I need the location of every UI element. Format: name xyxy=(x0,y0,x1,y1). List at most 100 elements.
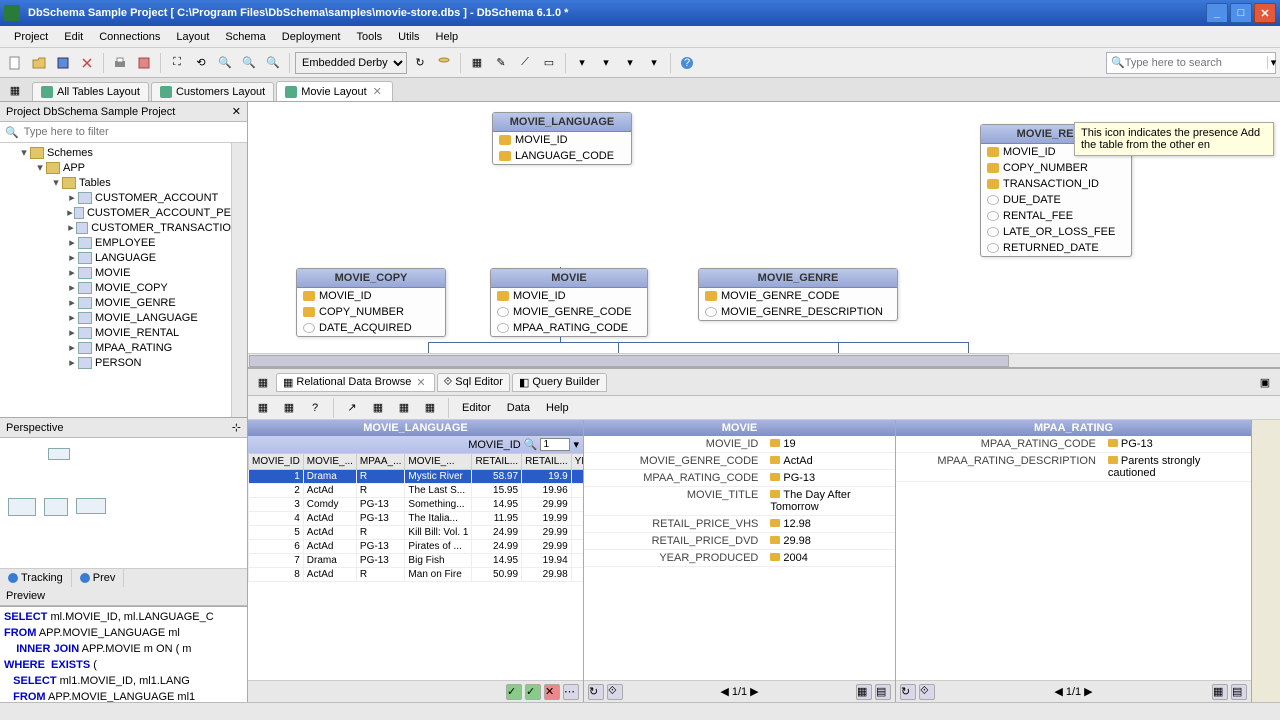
nav-prev-icon[interactable]: ◀ xyxy=(1054,685,1062,698)
tree-table[interactable]: ▸CUSTOMER_ACCOUNT xyxy=(0,190,231,205)
canvas-hscroll[interactable] xyxy=(248,353,1280,367)
tree-table[interactable]: ▸MOVIE_GENRE xyxy=(0,295,231,310)
note-icon[interactable]: ▭ xyxy=(538,52,560,74)
form-icon[interactable]: ▤ xyxy=(875,684,891,700)
menu-schema[interactable]: Schema xyxy=(217,28,273,46)
tree-table[interactable]: ▸MOVIE xyxy=(0,265,231,280)
kv-row[interactable]: RETAIL_PRICE_VHS12.98 xyxy=(584,516,895,533)
bt-icon[interactable]: ▦ xyxy=(252,397,274,419)
search-box[interactable]: 🔍 ▾ xyxy=(1106,52,1276,74)
close-icon[interactable]: ✕ xyxy=(414,376,427,389)
refresh-icon[interactable]: ↻ xyxy=(588,684,604,700)
entity-column[interactable]: MOVIE_ID xyxy=(297,288,445,304)
tab-preview[interactable]: Prev xyxy=(72,569,125,587)
tree-filter-input[interactable] xyxy=(22,124,245,140)
column-header[interactable]: MOVIE_... xyxy=(303,454,356,470)
column-header[interactable]: RETAIL... xyxy=(522,454,572,470)
link-icon[interactable]: ⟋ xyxy=(514,52,536,74)
zoom-in-icon[interactable]: 🔍 xyxy=(214,52,236,74)
entity-column[interactable]: MOVIE_GENRE_DESCRIPTION xyxy=(699,304,897,320)
tab-all-tables[interactable]: All Tables Layout xyxy=(32,82,149,101)
entity-column[interactable]: TRANSACTION_ID xyxy=(981,176,1131,192)
search-input[interactable] xyxy=(1125,57,1267,69)
zoom-out-icon[interactable]: ⟲ xyxy=(190,52,212,74)
tab-movie[interactable]: Movie Layout✕ xyxy=(276,81,393,101)
column-header[interactable]: MPAA_... xyxy=(356,454,405,470)
kv-grid[interactable]: MOVIE_ID19MOVIE_GENRE_CODEActAdMPAA_RATI… xyxy=(584,436,895,680)
search-dropdown-icon[interactable]: ▾ xyxy=(1267,56,1277,69)
table-row[interactable]: 6ActAdPG-13Pirates of ...24.9929.992003 xyxy=(249,540,584,554)
export-icon[interactable] xyxy=(133,52,155,74)
entity-column[interactable]: DATE_ACQUIRED xyxy=(297,320,445,336)
bt-icon[interactable]: ▦ xyxy=(393,397,415,419)
column-header[interactable]: YEAR_P... xyxy=(571,454,583,470)
dropdown1-icon[interactable]: ▾ xyxy=(571,52,593,74)
zoom-fit-icon[interactable]: ⛶ xyxy=(166,52,188,74)
print-icon[interactable] xyxy=(109,52,131,74)
pen-icon[interactable]: ✎ xyxy=(490,52,512,74)
entity-column[interactable]: COPY_NUMBER xyxy=(981,160,1131,176)
table-row[interactable]: 3ComdyPG-13Something...14.9529.992003 xyxy=(249,498,584,512)
refresh-icon[interactable]: ↻ xyxy=(409,52,431,74)
tree-app[interactable]: APP xyxy=(63,162,85,174)
more-icon[interactable]: ⋯ xyxy=(563,684,579,700)
dropdown-icon[interactable]: ▾ xyxy=(573,438,579,451)
tab-customers[interactable]: Customers Layout xyxy=(151,82,274,101)
nav-next-icon[interactable]: ▶ xyxy=(1084,685,1092,698)
kv-row[interactable]: YEAR_PRODUCED2004 xyxy=(584,550,895,567)
tree-table[interactable]: ▸MOVIE_LANGUAGE xyxy=(0,310,231,325)
menu-layout[interactable]: Layout xyxy=(168,28,217,46)
bt-editor[interactable]: Editor xyxy=(456,402,497,414)
tree-table[interactable]: ▸PERSON xyxy=(0,355,231,370)
commit-all-icon[interactable]: ✓ xyxy=(525,684,541,700)
tab-close-icon[interactable]: ✕ xyxy=(371,85,384,98)
kv-grid[interactable]: MPAA_RATING_CODEPG-13MPAA_RATING_DESCRIP… xyxy=(896,436,1251,680)
zoom-page-icon[interactable]: 🔍 xyxy=(262,52,284,74)
entity-column[interactable]: LANGUAGE_CODE xyxy=(493,148,631,164)
nav-prev-icon[interactable]: ◀ xyxy=(720,685,728,698)
table-row[interactable]: 1DramaRMystic River58.9719.92003 xyxy=(249,470,584,484)
cut-icon[interactable] xyxy=(76,52,98,74)
menu-deployment[interactable]: Deployment xyxy=(274,28,349,46)
zoom-reset-icon[interactable]: 🔍 xyxy=(238,52,260,74)
entity-column[interactable]: COPY_NUMBER xyxy=(297,304,445,320)
bt-data[interactable]: Data xyxy=(501,402,536,414)
tree-table[interactable]: ▸CUSTOMER_TRANSACTIO xyxy=(0,220,231,235)
pin-icon[interactable]: ⊹ xyxy=(232,421,241,434)
bt-help-icon[interactable]: ? xyxy=(304,397,326,419)
dropdown3-icon[interactable]: ▾ xyxy=(619,52,641,74)
table-row[interactable]: 7DramaPG-13Big Fish14.9519.942003 xyxy=(249,554,584,568)
entity-column[interactable]: MOVIE_ID xyxy=(491,288,647,304)
bt-icon[interactable]: ▦ xyxy=(278,397,300,419)
entity-column[interactable]: MOVIE_ID xyxy=(493,132,631,148)
link-icon[interactable]: ⟐ xyxy=(607,684,623,700)
grid-icon[interactable]: ▦ xyxy=(856,684,872,700)
project-tree[interactable]: ▾Schemes ▾APP ▾Tables ▸CUSTOMER_ACCOUNT▸… xyxy=(0,143,231,417)
diagram-canvas[interactable]: MOVIE_LANGUAGE MOVIE_IDLANGUAGE_CODE MOV… xyxy=(248,102,1280,368)
data-grid[interactable]: MOVIE_IDMOVIE_...MPAA_...MOVIE_...RETAIL… xyxy=(248,453,583,680)
menu-connections[interactable]: Connections xyxy=(91,28,168,46)
save-icon[interactable] xyxy=(52,52,74,74)
entity-column[interactable]: DUE_DATE xyxy=(981,192,1131,208)
discard-icon[interactable]: ✕ xyxy=(544,684,560,700)
entity-column[interactable]: MOVIE_GENRE_CODE xyxy=(491,304,647,320)
minimize-button[interactable]: _ xyxy=(1206,3,1228,23)
maximize-panel-icon[interactable]: ▣ xyxy=(1254,371,1276,393)
entity-movie-language[interactable]: MOVIE_LANGUAGE MOVIE_IDLANGUAGE_CODE xyxy=(492,112,632,165)
open-icon[interactable] xyxy=(28,52,50,74)
tree-table[interactable]: ▸MOVIE_RENTAL xyxy=(0,325,231,340)
close-button[interactable]: ✕ xyxy=(1254,3,1276,23)
tree-table[interactable]: ▸EMPLOYEE xyxy=(0,235,231,250)
column-header[interactable]: MOVIE_ID xyxy=(249,454,304,470)
kv-row[interactable]: MOVIE_ID19 xyxy=(584,436,895,453)
menu-utils[interactable]: Utils xyxy=(390,28,427,46)
dropdown4-icon[interactable]: ▾ xyxy=(643,52,665,74)
tree-scrollbar[interactable] xyxy=(231,143,247,417)
bt-help[interactable]: Help xyxy=(540,402,575,414)
entity-movie-genre[interactable]: MOVIE_GENRE MOVIE_GENRE_CODEMOVIE_GENRE_… xyxy=(698,268,898,321)
entity-column[interactable]: MPAA_RATING_CODE xyxy=(491,320,647,336)
entity-column[interactable]: RETURNED_DATE xyxy=(981,240,1131,256)
grid-icon[interactable]: ▦ xyxy=(1212,684,1228,700)
kv-row[interactable]: MOVIE_GENRE_CODEActAd xyxy=(584,453,895,470)
entity-column[interactable]: RENTAL_FEE xyxy=(981,208,1131,224)
